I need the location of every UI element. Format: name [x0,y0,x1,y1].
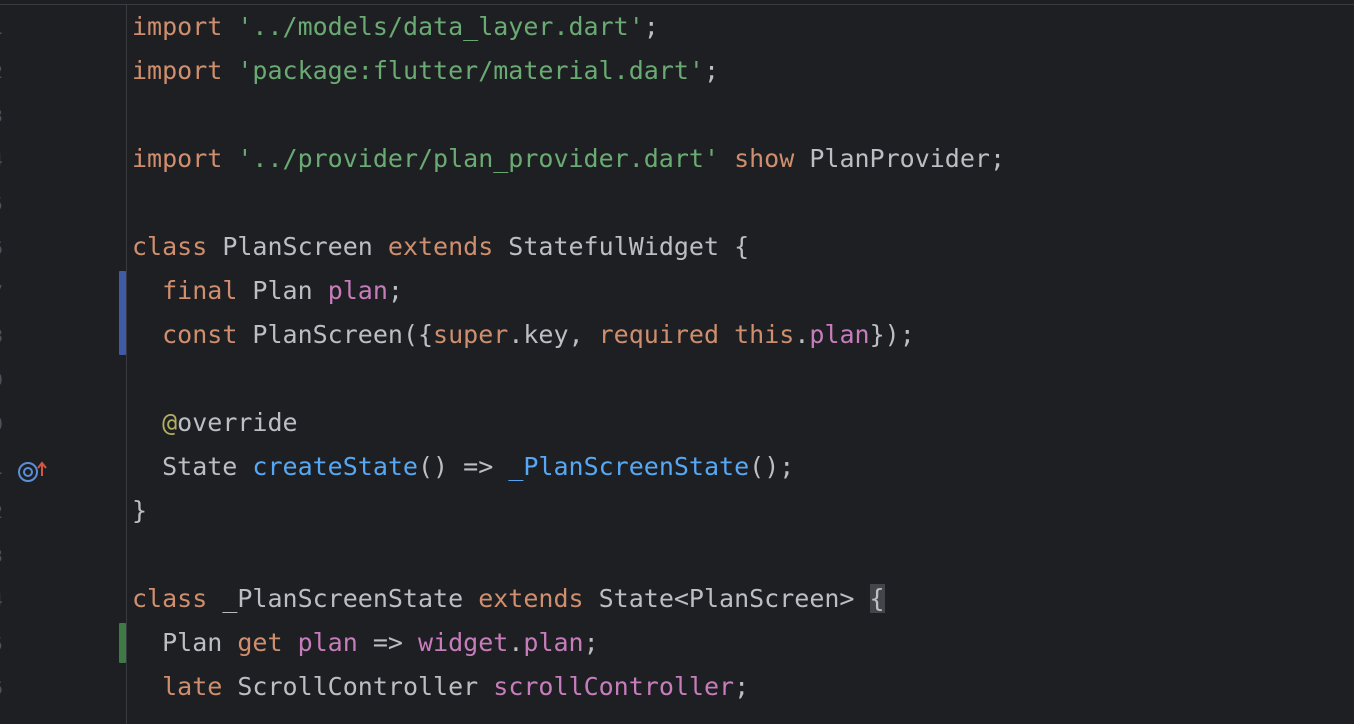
code-token: @ [162,408,178,437]
code-line[interactable]: final Plan plan; [132,269,403,313]
code-token: StatefulWidget { [493,232,750,261]
code-token: _PlanScreenState [508,452,750,481]
code-token: import [132,56,223,85]
code-token: 'package:flutter/material.dart' [237,56,704,85]
code-token: override [177,408,298,437]
code-line[interactable]: import '../models/data_layer.dart'; [132,5,659,49]
code-line[interactable]: const PlanScreen({super.key, required th… [132,313,915,357]
line-number: 5 [0,634,12,655]
code-token: ; [703,56,720,85]
line-number: 1 [0,18,12,39]
code-line[interactable]: class PlanScreen extends StatefulWidget … [132,225,749,269]
code-token: required [598,320,720,349]
code-token: ; [734,672,750,701]
code-token: () => [418,452,509,481]
code-line[interactable]: State createState() => _PlanScreenState(… [132,445,794,489]
code-token: plan [297,628,358,657]
vcs-modified-marker[interactable] [119,271,126,355]
code-token: _PlanScreenState [207,584,479,613]
code-line[interactable]: late ScrollController scrollController; [132,665,749,709]
code-token: final [162,276,238,305]
editor-gutter[interactable]: 1 2 3 4 5 6 7 8 9 0 1 2 3 4 5 6 [0,5,127,724]
code-token: ; [643,12,659,41]
line-number: 6 [0,678,12,699]
line-number: 2 [0,502,12,523]
code-token: PlanScreen [207,232,388,261]
code-token: . [508,628,524,657]
code-token: '../models/data_layer.dart' [237,12,644,41]
code-token: createState [252,452,418,481]
code-token: plan [523,628,584,657]
vcs-added-marker[interactable] [119,623,126,663]
code-line[interactable]: } [132,489,147,533]
line-number: 3 [0,106,12,127]
code-token: State<PlanScreen> [583,584,870,613]
code-token: super [433,320,509,349]
code-line[interactable]: @override [132,401,298,445]
code-token: extends [387,232,494,261]
code-token: (); [749,452,795,481]
override-implementing-icon[interactable] [17,458,53,486]
code-token: '../provider/plan_provider.dart' [237,144,720,173]
code-line[interactable]: class _PlanScreenState extends State<Pla… [132,577,885,621]
line-number: 7 [0,282,12,303]
code-token: }); [869,320,915,349]
code-token: import [132,12,223,41]
code-token: ; [583,628,599,657]
code-editor[interactable]: 1 2 3 4 5 6 7 8 9 0 1 2 3 4 5 6 import '../models/data_… [0,0,1354,724]
code-token: get [237,628,283,657]
code-token: Plan [132,628,238,657]
code-token: { [869,584,885,613]
line-number: 2 [0,62,12,83]
line-number: 8 [0,326,12,347]
code-token: plan [809,320,870,349]
code-token: . [794,320,810,349]
code-token: PlanProvider; [794,144,1006,173]
line-number: 4 [0,150,12,171]
code-token: ; [387,276,403,305]
code-line[interactable]: Plan get plan => widget.plan; [132,621,599,665]
code-token: => [357,628,419,657]
code-token: scrollController [493,672,735,701]
line-number: 4 [0,590,12,611]
code-token: ScrollController [222,672,494,701]
code-token: late [162,672,223,701]
code-token: class [132,584,208,613]
code-token: .key, [508,320,599,349]
code-token: import [132,144,223,173]
code-token: plan [327,276,388,305]
code-token: Plan [237,276,328,305]
line-number: 0 [0,414,12,435]
line-number: 6 [0,238,12,259]
code-token: const [162,320,238,349]
code-token: extends [478,584,584,613]
code-token: widget [418,628,509,657]
code-token: class [132,232,208,261]
line-number: 9 [0,370,12,391]
line-number: 1 [0,458,12,479]
code-token: this [734,320,795,349]
code-token: } [132,496,148,525]
line-number: 3 [0,546,12,567]
code-line[interactable]: import '../provider/plan_provider.dart' … [132,137,1005,181]
code-token: show [734,144,795,173]
code-token: PlanScreen({ [237,320,434,349]
line-number: 5 [0,194,12,215]
code-line[interactable]: import 'package:flutter/material.dart'; [132,49,719,93]
code-token: State [132,452,253,481]
